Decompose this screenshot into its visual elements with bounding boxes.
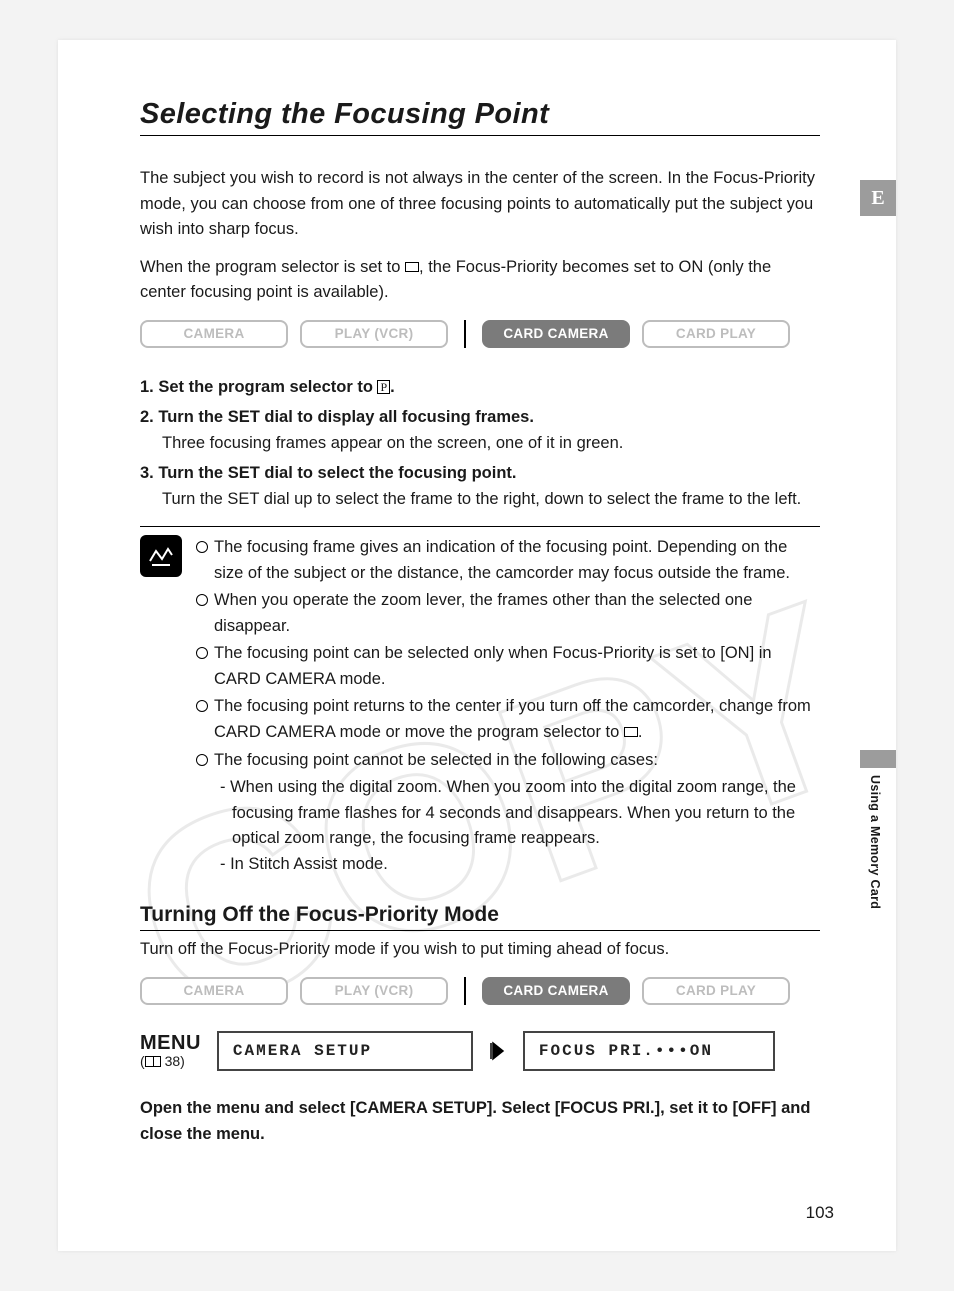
mode-card-play: CARD PLAY [642,977,790,1005]
mode-separator [464,320,466,348]
mode-selector-row: CAMERA PLAY (VCR) CARD CAMERA CARD PLAY [140,320,840,348]
bullet-icon [196,594,208,606]
menu-page-ref: ( 38) [140,1053,201,1069]
mode-camera: CAMERA [140,977,288,1005]
menu-ref-number: 38 [165,1053,181,1069]
note-1: The focusing frame gives an indication o… [214,535,820,586]
menu-label: MENU [140,1033,201,1053]
intro-paragraph-1: The subject you wish to record is not al… [140,166,820,243]
mode-play-vcr: PLAY (VCR) [300,320,448,348]
subsection-heading: Turning Off the Focus-Priority Mode [140,903,820,931]
arrow-right-icon [489,1041,507,1061]
note-4-after: . [638,723,643,741]
page-title: Selecting the Focusing Point [140,98,820,136]
note-4: The focusing point returns to the center… [214,694,820,745]
language-tab: E [860,180,896,216]
note-block: The focusing frame gives an indication o… [140,526,820,877]
section-side-label: Using a Memory Card [868,775,882,909]
step-1-before: 1. Set the program selector to [140,378,377,396]
menu-box-focus-pri: FOCUS PRI.•••ON [523,1031,775,1071]
step-2-detail: Three focusing frames appear on the scre… [162,431,820,457]
menu-path-row: MENU ( 38) CAMERA SETUP FOCUS PRI.•••ON [140,1031,840,1071]
step-2-heading: 2. Turn the SET dial to display all focu… [140,404,820,430]
note-5-sub1: - When using the digital zoom. When you … [220,775,820,852]
step-3-detail: Turn the SET dial up to select the frame… [162,487,820,513]
auto-mode-icon [405,262,419,272]
note-5-sub2: - In Stitch Assist mode. [220,852,820,878]
mode-play-vcr: PLAY (VCR) [300,977,448,1005]
closing-instruction: Open the menu and select [CAMERA SETUP].… [140,1095,820,1148]
mode-card-camera: CARD CAMERA [482,977,630,1005]
menu-box-camera-setup: CAMERA SETUP [217,1031,473,1071]
note-list: The focusing frame gives an indication o… [196,535,820,877]
intro-paragraph-2: When the program selector is set to , th… [140,255,820,306]
step-1-after: . [390,378,395,396]
mode-camera: CAMERA [140,320,288,348]
instruction-steps: 1. Set the program selector to P. 2. Tur… [140,374,820,512]
program-p-icon: P [377,380,390,394]
note-5: The focusing point cannot be selected in… [214,748,658,774]
note-4-before: The focusing point returns to the center… [214,697,811,741]
subsection-desc: Turn off the Focus-Priority mode if you … [140,937,820,963]
mode-card-play: CARD PLAY [642,320,790,348]
bullet-icon [196,700,208,712]
mode-selector-row-2: CAMERA PLAY (VCR) CARD CAMERA CARD PLAY [140,977,840,1005]
menu-label-block: MENU ( 38) [140,1033,201,1069]
note-3: The focusing point can be selected only … [214,641,820,692]
intro-p2-before: When the program selector is set to [140,258,405,276]
step-3-heading: 3. Turn the SET dial to select the focus… [140,460,820,486]
note-2: When you operate the zoom lever, the fra… [214,588,820,639]
bullet-icon [196,754,208,766]
mode-separator [464,977,466,1005]
page-number: 103 [806,1203,834,1223]
section-marker [860,750,896,768]
book-icon [145,1056,161,1067]
bullet-icon [196,541,208,553]
auto-mode-icon [624,727,638,737]
bullet-icon [196,647,208,659]
step-1-heading: 1. Set the program selector to P. [140,374,820,400]
note-icon [140,535,182,577]
mode-card-camera: CARD CAMERA [482,320,630,348]
